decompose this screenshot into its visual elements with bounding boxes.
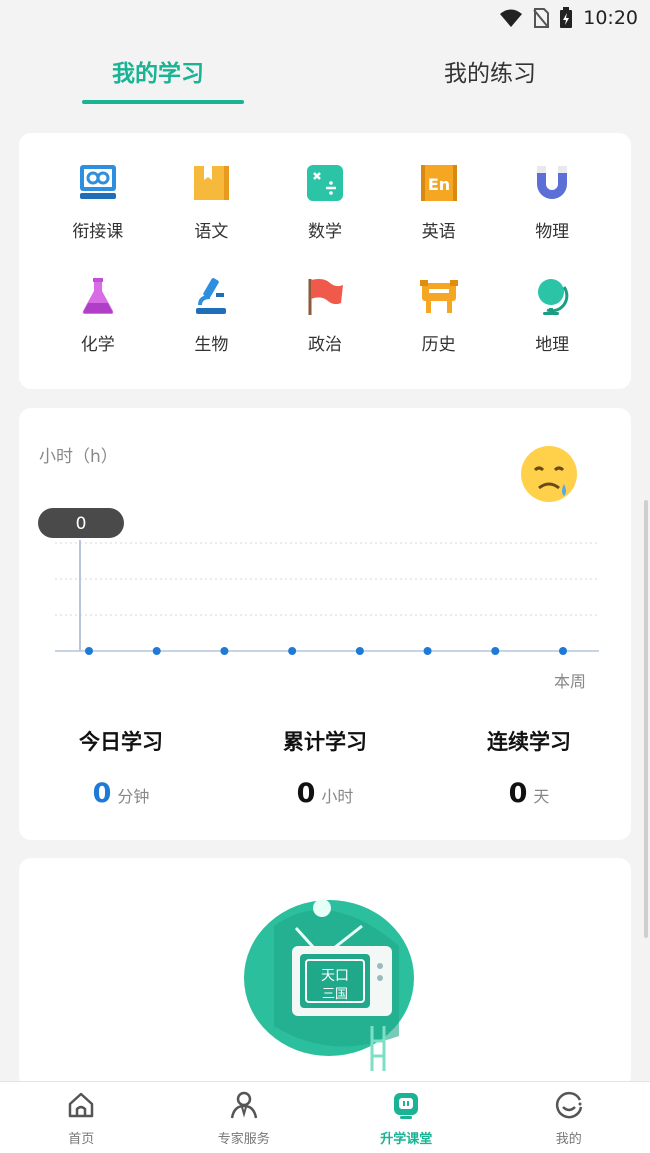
chart-data-point[interactable] [423, 647, 432, 655]
expert-icon [229, 1090, 259, 1124]
subject-label: 地理 [535, 335, 570, 355]
bottom-nav: 首页 专家服务 升学课堂 我的 [0, 1081, 650, 1153]
subject-label: 数学 [307, 222, 342, 242]
math-icon [303, 161, 347, 205]
chart-data-point[interactable] [355, 647, 364, 655]
stat-streak: 连续学习 0 天 [427, 726, 631, 809]
no-sim-icon [533, 8, 550, 28]
subject-physics[interactable]: 物理 [495, 161, 609, 242]
stat-unit: 天 [533, 787, 550, 806]
subject-history[interactable]: 历史 [382, 274, 496, 355]
stat-value: 0 [508, 778, 528, 809]
nav-profile[interactable]: 我的 [488, 1082, 650, 1153]
subject-label: 物理 [535, 222, 570, 242]
status-bar: 10:20 [0, 0, 650, 36]
scrollbar[interactable] [644, 500, 648, 938]
subjects-card: 衔接课 语文 数学 En 英语 物理 化学 生物 政治 历史 地理 [19, 133, 631, 389]
stat-value: 0 [296, 778, 316, 809]
chart-data-point[interactable] [288, 647, 297, 655]
stat-title: 连续学习 [487, 730, 571, 754]
chart-grid [55, 542, 599, 616]
flask-icon [76, 274, 120, 318]
stat-value: 0 [92, 778, 112, 809]
subject-label: 生物 [194, 335, 229, 355]
study-stats: 今日学习 0 分钟 累计学习 0 小时 连续学习 0 天 [19, 726, 631, 809]
chart-x-label: 本周 [554, 672, 587, 691]
chart-tooltip: 0 [38, 508, 124, 538]
chart-data-point[interactable] [559, 647, 567, 655]
globe-icon [530, 274, 574, 318]
nav-label: 专家服务 [217, 1132, 270, 1147]
wifi-icon [499, 8, 523, 28]
profile-icon [554, 1090, 584, 1124]
nav-label: 升学课堂 [380, 1132, 433, 1147]
tv-illustration: 天口 三国 [244, 899, 414, 1071]
subject-label: 历史 [421, 335, 456, 355]
stat-title: 累计学习 [283, 730, 367, 754]
nav-home[interactable]: 首页 [0, 1082, 163, 1153]
tab-my-practice[interactable]: 我的练习 [444, 54, 536, 88]
subject-math[interactable]: 数学 [268, 161, 382, 242]
tab-my-learning[interactable]: 我的学习 [112, 54, 204, 88]
subject-geography[interactable]: 地理 [495, 274, 609, 355]
nav-expert-service[interactable]: 专家服务 [163, 1082, 326, 1153]
nav-label: 我的 [555, 1132, 582, 1147]
subject-english[interactable]: En 英语 [382, 161, 496, 242]
chart-y-unit-label: 小时（h） [39, 447, 118, 467]
chart-data-point[interactable] [152, 647, 161, 655]
status-time: 10:20 [583, 7, 638, 29]
subject-grid: 衔接课 语文 数学 En 英语 物理 化学 生物 政治 历史 地理 [41, 161, 609, 355]
tv-screen-text-1: 天口 [321, 968, 349, 984]
active-tab-indicator [82, 100, 244, 104]
tv-screen-text-2: 三国 [322, 987, 348, 1002]
subject-label: 化学 [80, 335, 115, 355]
stat-total: 累计学习 0 小时 [223, 726, 427, 809]
flag-icon [303, 274, 347, 318]
svg-text:En: En [427, 175, 449, 194]
home-icon [66, 1090, 96, 1124]
stat-unit: 分钟 [117, 787, 150, 806]
subject-label: 语文 [194, 222, 229, 242]
magnet-icon [530, 161, 574, 205]
subject-politics[interactable]: 政治 [268, 274, 382, 355]
subject-label: 衔接课 [72, 222, 124, 242]
subject-bridge-course[interactable]: 衔接课 [41, 161, 155, 242]
chart-data-point[interactable] [85, 647, 93, 655]
subject-chinese[interactable]: 语文 [155, 161, 269, 242]
bridge-course-icon [76, 161, 120, 205]
subject-label: 政治 [307, 335, 342, 355]
nav-classroom[interactable]: 升学课堂 [325, 1082, 488, 1153]
history-icon [417, 274, 461, 318]
subject-label: 英语 [421, 222, 456, 242]
microscope-icon [189, 274, 233, 318]
battery-icon [559, 7, 573, 29]
stat-today: 今日学习 0 分钟 [19, 726, 223, 809]
chart-data-point[interactable] [220, 647, 229, 655]
nav-label: 首页 [68, 1132, 95, 1147]
english-icon: En [417, 161, 461, 205]
stat-unit: 小时 [321, 787, 354, 806]
study-chart-card: 小时（h） 0 本周 今日学习 0 分钟 累计学习 0 小时 连续学习 0 天 [19, 408, 631, 840]
chart-data-point[interactable] [491, 647, 500, 655]
chart-tooltip-value: 0 [76, 514, 87, 534]
stat-title: 今日学习 [79, 730, 163, 754]
classroom-icon [391, 1090, 421, 1124]
subject-biology[interactable]: 生物 [155, 274, 269, 355]
subject-chemistry[interactable]: 化学 [41, 274, 155, 355]
chinese-book-icon [189, 161, 233, 205]
study-hours-chart: 0 [38, 508, 599, 655]
classroom-promo-card[interactable]: 天口 三国 [19, 858, 631, 1088]
